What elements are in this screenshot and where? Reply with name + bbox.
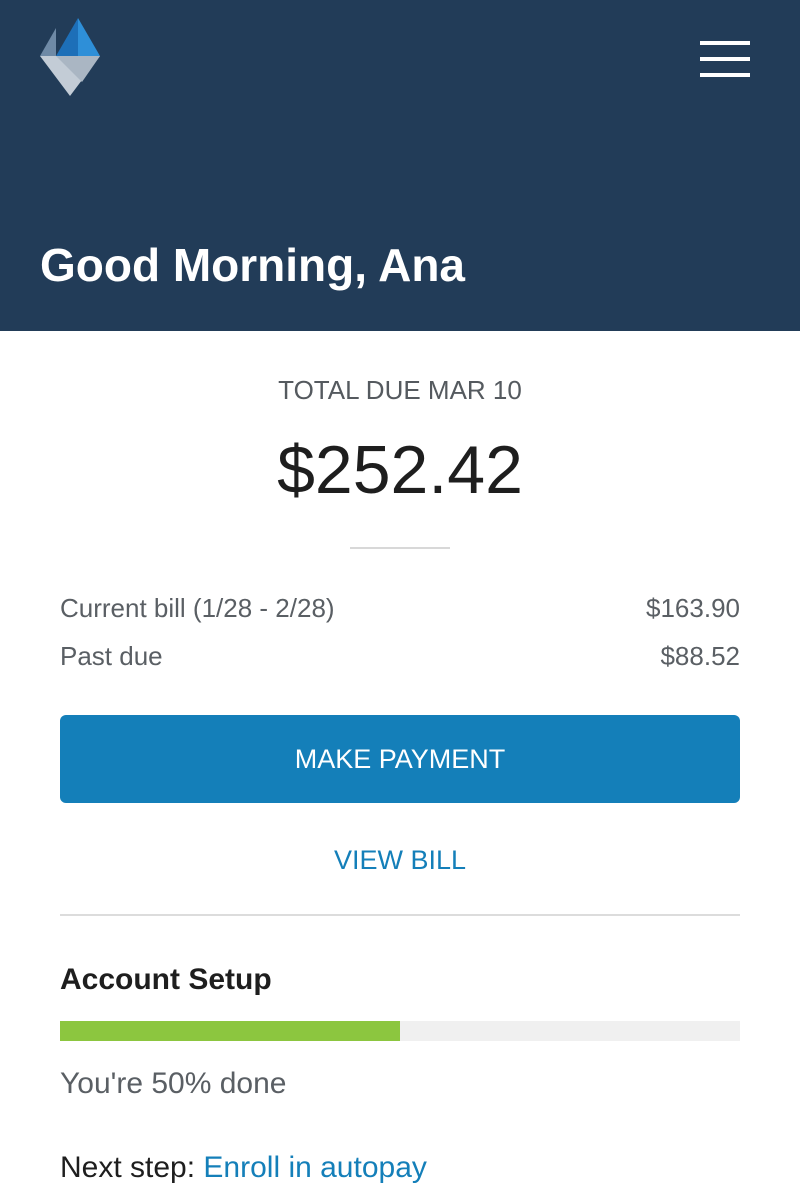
line-item-value: $163.90 <box>646 593 740 623</box>
divider <box>350 547 450 549</box>
setup-progress-text: You're 50% done <box>60 1067 287 1100</box>
next-step: Next step: Enroll in autopay <box>60 1150 427 1186</box>
make-payment-button[interactable]: MAKE PAYMENT <box>60 715 740 803</box>
greeting-title: Good Morning, Ana <box>40 239 466 291</box>
line-item-current-bill: Current bill (1/28 - 2/28) $163.90 <box>60 592 740 624</box>
top-header: Good Morning, Ana <box>0 0 800 331</box>
line-item-value: $88.52 <box>660 641 740 671</box>
enroll-autopay-link[interactable]: Enroll in autopay <box>203 1151 426 1184</box>
account-setup-title: Account Setup <box>60 963 272 996</box>
diamond-logo-icon[interactable] <box>40 18 100 98</box>
section-divider <box>60 914 740 916</box>
line-item-label: Past due <box>60 641 163 671</box>
line-item-label: Current bill (1/28 - 2/28) <box>60 593 335 623</box>
next-step-prefix: Next step: <box>60 1151 196 1184</box>
hamburger-menu-icon[interactable] <box>700 41 750 77</box>
total-due-amount: $252.42 <box>277 432 523 508</box>
total-due-label: TOTAL DUE MAR 10 <box>278 375 522 405</box>
view-bill-link[interactable]: VIEW BILL <box>0 843 800 877</box>
setup-progress-fill <box>60 1021 400 1041</box>
setup-progress-bar <box>60 1021 740 1041</box>
line-item-past-due: Past due $88.52 <box>60 640 740 672</box>
